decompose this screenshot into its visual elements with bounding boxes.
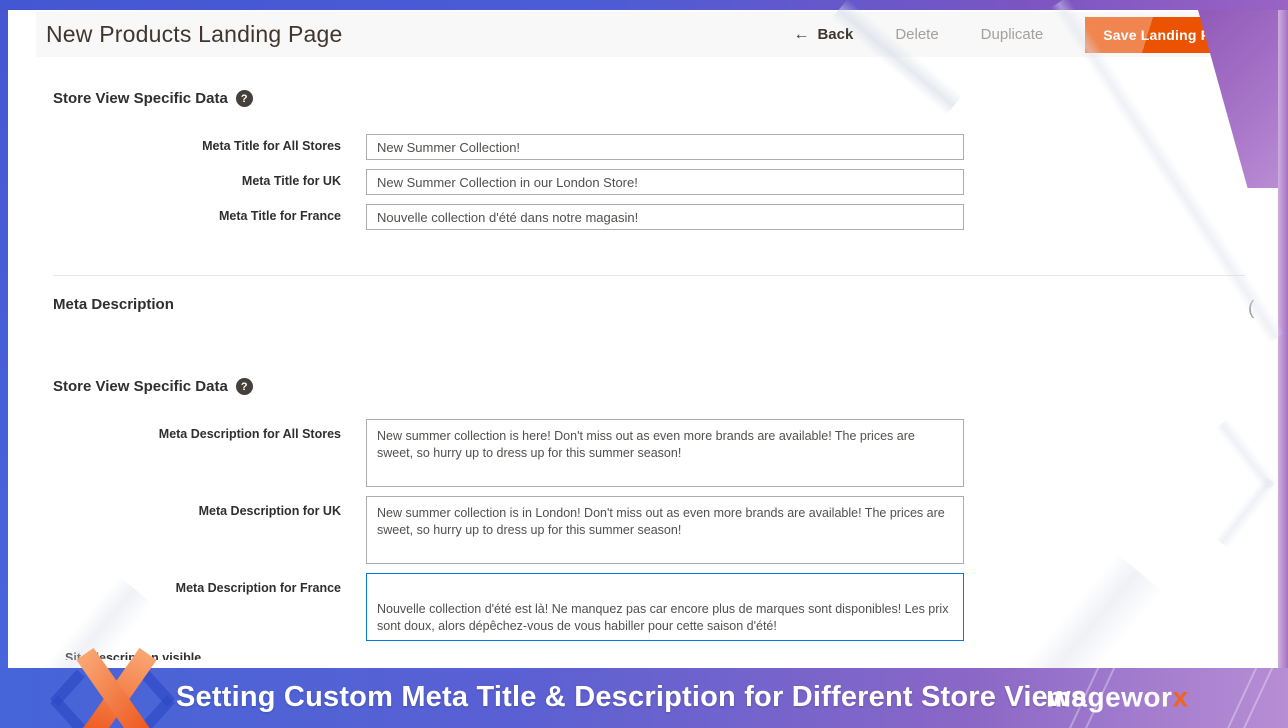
page-header: New Products Landing Page ← Back Delete …	[36, 12, 1253, 57]
promo-banner: Setting Custom Meta Title & Description …	[0, 668, 1288, 728]
clipped-bottom-label: Site description visible	[65, 651, 215, 660]
meta-title-uk-input[interactable]	[366, 169, 964, 195]
store-view-specific-data-heading-1: Store View Specific Data ?	[53, 90, 253, 107]
mageworx-logo: mageworx	[1046, 681, 1189, 713]
back-button[interactable]: ← Back	[793, 26, 853, 44]
store-view-specific-data-heading-2: Store View Specific Data ?	[53, 378, 253, 395]
meta-description-panel-heading: Meta Description	[53, 296, 174, 313]
meta-title-all-stores-label: Meta Title for All Stores	[53, 139, 341, 153]
admin-page: New Products Landing Page ← Back Delete …	[8, 10, 1278, 668]
section-heading-text: Store View Specific Data	[53, 378, 228, 395]
promo-screenshot: New Products Landing Page ← Back Delete …	[0, 0, 1288, 728]
back-button-label: Back	[817, 26, 853, 43]
help-icon[interactable]: ?	[236, 378, 253, 395]
section-divider	[53, 275, 1245, 276]
meta-description-france-textarea[interactable]: Nouvelle collection d'été est là! Ne man…	[366, 573, 964, 641]
meta-title-all-stores-input[interactable]	[366, 134, 964, 160]
meta-description-all-stores-label: Meta Description for All Stores	[53, 427, 341, 441]
meta-description-uk-label: Meta Description for UK	[53, 504, 341, 518]
frame-right-edge	[1278, 10, 1288, 668]
page-title: New Products Landing Page	[46, 21, 343, 48]
meta-description-uk-textarea[interactable]: New summer collection is in London! Don'…	[366, 496, 964, 564]
header-actions: ← Back Delete Duplicate Save Landing Pag…	[793, 12, 1253, 57]
delete-button[interactable]: Delete	[895, 26, 938, 43]
meta-description-france-label: Meta Description for France	[53, 581, 341, 595]
frame-left-edge	[0, 10, 8, 668]
collapse-arrow-icon[interactable]: (	[1248, 298, 1254, 320]
meta-title-france-input[interactable]	[366, 204, 964, 230]
meta-description-all-stores-textarea[interactable]: New summer collection is here! Don't mis…	[366, 419, 964, 487]
brand-text: magewor	[1046, 681, 1172, 712]
help-icon[interactable]: ?	[236, 90, 253, 107]
meta-title-france-label: Meta Title for France	[53, 209, 341, 223]
chevron-left-icon	[50, 695, 85, 728]
meta-title-uk-label: Meta Title for UK	[53, 174, 341, 188]
section-heading-text: Store View Specific Data	[53, 90, 228, 107]
brand-x-letter: x	[1172, 681, 1188, 712]
back-arrow-icon: ←	[793, 26, 809, 44]
duplicate-button[interactable]: Duplicate	[981, 26, 1044, 43]
frame-top-edge	[0, 0, 1288, 10]
banner-title: Setting Custom Meta Title & Description …	[176, 681, 1087, 714]
chevron-right-icon	[140, 695, 175, 728]
